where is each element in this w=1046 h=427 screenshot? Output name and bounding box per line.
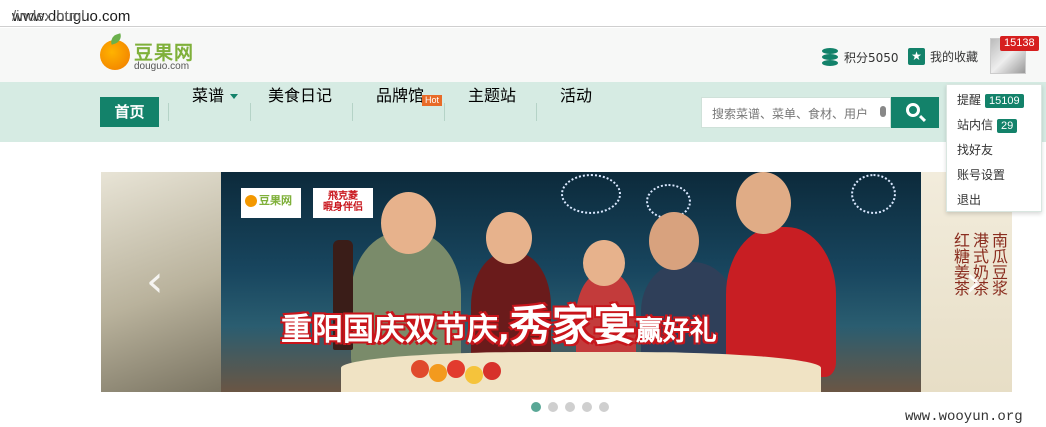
logo-text-en: douguo.com bbox=[134, 61, 190, 72]
slide-text-col1: 南瓜豆浆 bbox=[989, 232, 1008, 296]
nav-recipes[interactable]: 菜谱 bbox=[192, 82, 239, 112]
notification-count-badge: 15138 bbox=[1000, 36, 1039, 51]
nav-diary[interactable]: 美食日记 bbox=[268, 82, 332, 112]
search-placeholder: 搜索菜谱、菜单、食材、用户 bbox=[712, 107, 869, 121]
nav-topics[interactable]: 主题站 bbox=[468, 82, 516, 112]
site-logo[interactable]: 豆果网 douguo.com bbox=[100, 33, 200, 76]
points-link[interactable]: 积分5050 bbox=[822, 48, 899, 66]
carousel-dots bbox=[531, 402, 609, 412]
carousel-dot[interactable] bbox=[548, 402, 558, 412]
menu-item-messages[interactable]: 站内信 29 bbox=[957, 116, 1018, 133]
carousel-dot[interactable] bbox=[599, 402, 609, 412]
hero-banner[interactable]: 豆果网 飛克菱 暇身伴侣 重阳国庆双节庆,秀家宴赢好礼 bbox=[221, 172, 921, 392]
chevron-down-icon bbox=[230, 94, 239, 99]
search-icon bbox=[906, 103, 920, 117]
nav-divider bbox=[444, 103, 445, 121]
nav-home[interactable]: 首页 bbox=[100, 97, 159, 127]
carousel-dot[interactable] bbox=[531, 402, 541, 412]
nav-brands[interactable]: 品牌馆 bbox=[376, 82, 424, 112]
firework-graphic bbox=[851, 174, 896, 214]
next-arrow-icon[interactable]: › bbox=[965, 260, 983, 304]
menu-item-reminders[interactable]: 提醒 15109 bbox=[957, 91, 1024, 108]
nav-divider bbox=[250, 103, 251, 121]
search-input[interactable]: 搜索菜谱、菜单、食材、用户 bbox=[701, 97, 891, 128]
carousel-dot[interactable] bbox=[582, 402, 592, 412]
menu-item-logout[interactable]: 退出 bbox=[957, 191, 981, 208]
microphone-icon[interactable] bbox=[880, 106, 886, 117]
nav-divider bbox=[536, 103, 537, 121]
favorites-label: 我的收藏 bbox=[930, 50, 979, 64]
logo-fruit-icon bbox=[100, 40, 130, 70]
banner-slogan: 重阳国庆双节庆,秀家宴赢好礼 bbox=[281, 301, 717, 350]
watermark: www.wooyun.org bbox=[905, 409, 1023, 425]
coins-icon bbox=[822, 48, 838, 66]
firework-graphic bbox=[561, 174, 621, 214]
points-label: 积分5050 bbox=[844, 50, 899, 65]
nav-divider bbox=[168, 103, 169, 121]
prev-arrow-icon[interactable]: ‹ bbox=[146, 260, 164, 304]
favorites-link[interactable]: ★ 我的收藏 bbox=[908, 48, 978, 65]
browser-url-bar[interactable]: www.douguo.com/index.html bbox=[0, 0, 1046, 27]
nav-divider bbox=[352, 103, 353, 121]
hot-badge: Hot bbox=[422, 95, 443, 106]
carousel-dot[interactable] bbox=[565, 402, 575, 412]
reminders-count-badge: 15109 bbox=[985, 94, 1024, 108]
search-button[interactable] bbox=[891, 97, 939, 128]
messages-count-badge: 29 bbox=[997, 119, 1018, 133]
menu-item-find-friends[interactable]: 找好友 bbox=[957, 141, 993, 158]
banner-partner-logo: 飛克菱 暇身伴侣 bbox=[313, 188, 373, 218]
nav-events[interactable]: 活动 bbox=[560, 82, 592, 112]
banner-douguo-logo: 豆果网 bbox=[241, 188, 301, 218]
menu-item-account-settings[interactable]: 账号设置 bbox=[957, 166, 1005, 183]
star-icon: ★ bbox=[908, 48, 925, 65]
user-dropdown-menu: 提醒 15109 站内信 29 找好友 账号设置 退出 bbox=[946, 84, 1042, 212]
